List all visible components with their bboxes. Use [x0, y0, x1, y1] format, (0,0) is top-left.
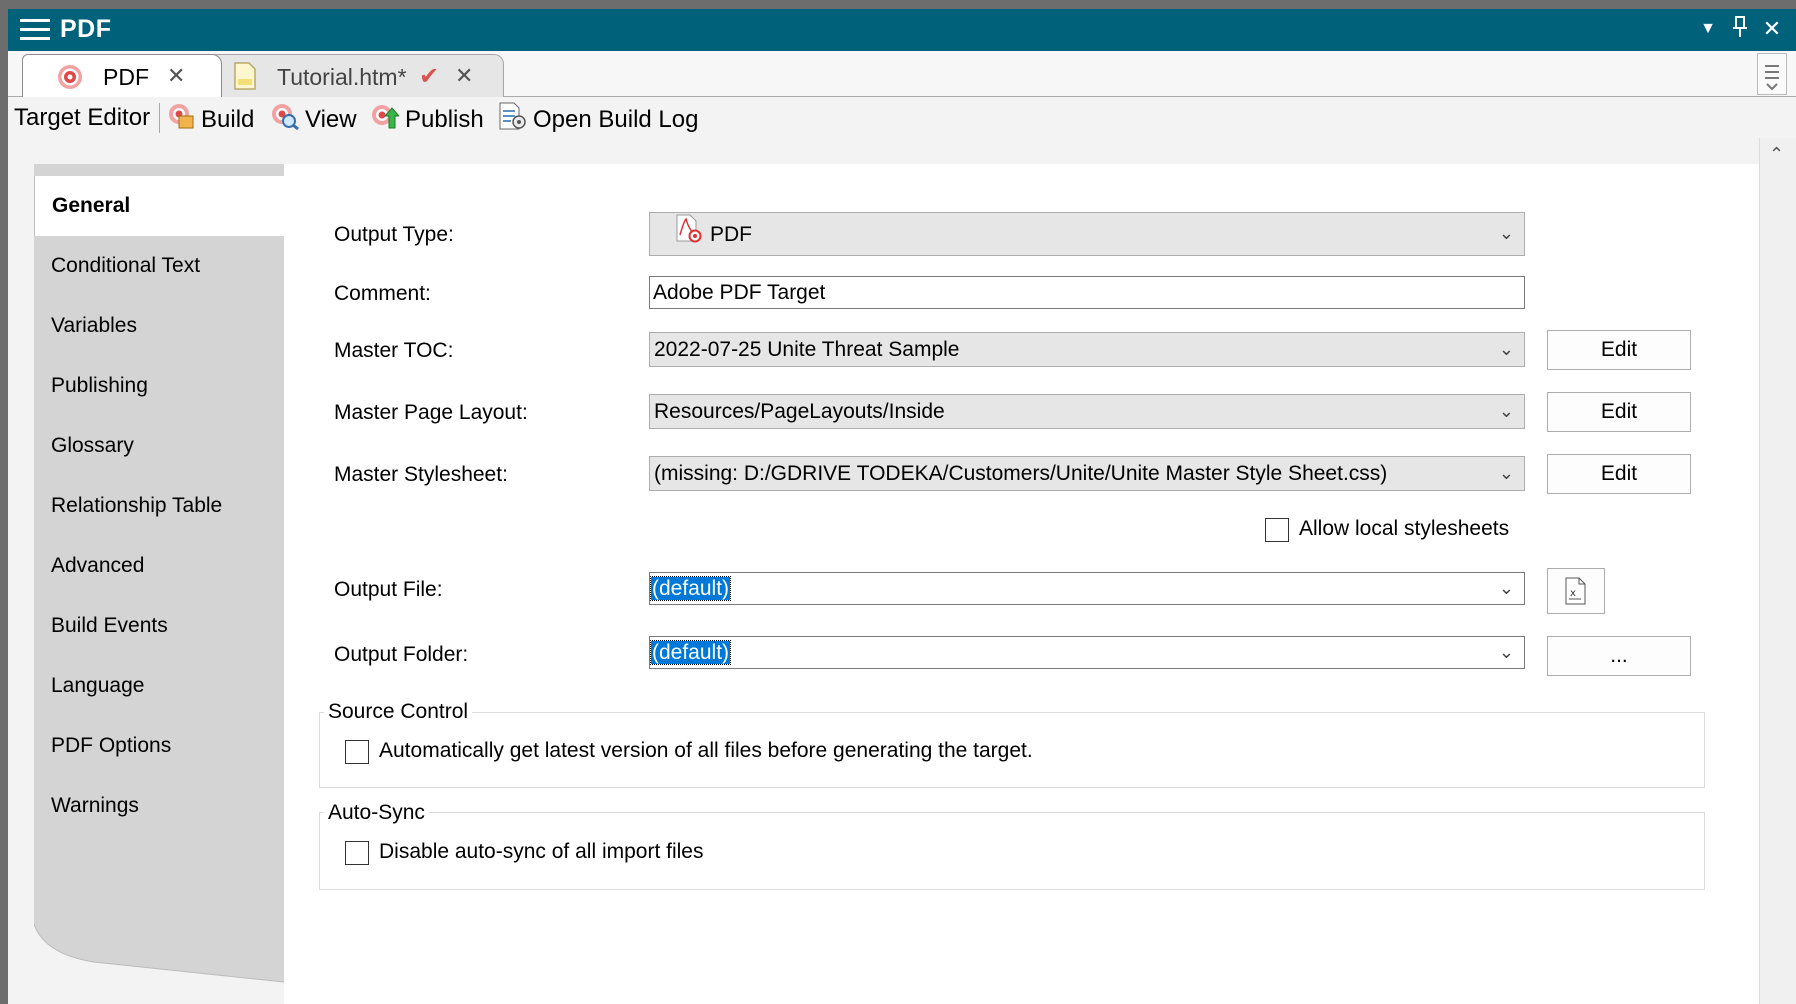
tab-tutorial[interactable]: Tutorial.htm* ✔ ✕	[204, 54, 504, 97]
output-file-browse-button[interactable]: x	[1547, 568, 1605, 614]
panel-curve	[34, 854, 284, 1004]
master-page-layout-value: Resources/PageLayouts/Inside	[654, 400, 945, 423]
master-stylesheet-edit-button[interactable]: Edit	[1547, 454, 1691, 494]
build-icon	[165, 102, 195, 139]
master-stylesheet-value: (missing: D:/GDRIVE TODEKA/Customers/Uni…	[654, 462, 1388, 485]
target-icon	[57, 64, 83, 95]
window-title: PDF	[60, 15, 112, 43]
nav-item-pdf-options[interactable]: PDF Options	[34, 716, 284, 776]
tab-pdf-close-icon[interactable]: ✕	[167, 63, 185, 89]
file-browse-icon: x	[1564, 577, 1588, 611]
master-toc-select[interactable]: 2022-07-25 Unite Threat Sample ⌄	[649, 332, 1525, 367]
comment-label: Comment:	[334, 282, 431, 305]
master-toc-value: 2022-07-25 Unite Threat Sample	[654, 338, 960, 361]
pdf-file-icon	[674, 213, 702, 258]
chevron-down-icon: ⌄	[1498, 223, 1514, 243]
output-file-label: Output File:	[334, 578, 443, 601]
nav-item-conditional-text[interactable]: Conditional Text	[34, 236, 284, 296]
nav-item-variables[interactable]: Variables	[34, 296, 284, 356]
menu-icon[interactable]	[20, 17, 50, 43]
allow-local-stylesheets-checkbox[interactable]	[1265, 518, 1289, 542]
output-folder-value: (default)	[649, 640, 732, 665]
master-page-layout-edit-button[interactable]: Edit	[1547, 392, 1691, 432]
tab-tutorial-close-icon[interactable]: ✕	[455, 63, 473, 89]
chevron-down-icon: ⌄	[1498, 578, 1514, 598]
master-stylesheet-label: Master Stylesheet:	[334, 463, 508, 486]
dropdown-icon[interactable]: ▼	[1694, 15, 1722, 43]
pin-icon[interactable]	[1726, 15, 1754, 43]
open-build-log-button[interactable]: Open Build Log	[497, 102, 698, 134]
comment-field[interactable]: Adobe PDF Target	[649, 276, 1525, 309]
publish-icon	[369, 102, 401, 139]
publish-button[interactable]: Publish	[369, 102, 484, 134]
tab-tutorial-label: Tutorial.htm*	[277, 64, 407, 90]
tab-pdf-label: PDF	[103, 64, 149, 90]
chevron-down-icon: ⌄	[1498, 339, 1514, 359]
master-toc-label: Master TOC:	[334, 339, 454, 362]
output-file-select[interactable]: (default) ⌄	[649, 572, 1525, 605]
view-button[interactable]: View	[269, 102, 357, 134]
master-toc-edit-button[interactable]: Edit	[1547, 330, 1691, 370]
output-folder-label: Output Folder:	[334, 643, 469, 666]
nav-item-warnings[interactable]: Warnings	[34, 776, 284, 836]
master-page-layout-label: Master Page Layout:	[334, 401, 528, 424]
close-window-icon[interactable]: ✕	[1758, 15, 1786, 43]
output-folder-browse-button[interactable]: ...	[1547, 636, 1691, 676]
disable-auto-sync-checkbox[interactable]	[345, 841, 369, 865]
document-tab-strip: PDF ✕ Tutorial.htm* ✔ ✕	[8, 51, 1796, 97]
view-icon	[269, 102, 299, 139]
chevron-down-icon: ⌄	[1498, 401, 1514, 421]
tab-pdf[interactable]: PDF ✕	[22, 54, 222, 97]
master-page-layout-select[interactable]: Resources/PageLayouts/Inside ⌄	[649, 394, 1525, 429]
allow-local-stylesheets-label: Allow local stylesheets	[1299, 517, 1510, 540]
build-button[interactable]: Build	[165, 102, 254, 134]
tab-list-icon[interactable]	[1757, 53, 1787, 95]
build-label: Build	[201, 105, 255, 133]
nav-item-glossary[interactable]: Glossary	[34, 416, 284, 476]
source-control-title: Source Control	[324, 700, 473, 724]
auto-sync-title: Auto-Sync	[324, 801, 429, 825]
document-icon	[233, 61, 257, 96]
scroll-up-icon[interactable]: ⌃	[1769, 144, 1784, 165]
chevron-down-icon: ⌄	[1498, 463, 1514, 483]
checkmark-icon: ✔	[419, 63, 440, 90]
disable-auto-sync-label: Disable auto-sync of all import files	[379, 840, 704, 863]
vertical-scrollbar[interactable]: ⌃	[1759, 138, 1796, 1004]
output-file-value: (default)	[649, 576, 732, 601]
target-editor-label: Target Editor	[14, 104, 151, 131]
output-type-value: PDF	[710, 223, 752, 247]
general-settings-form: Output Type: PDF ⌄ Comment: Adobe PDF Ta…	[284, 164, 1759, 1004]
nav-item-advanced[interactable]: Advanced	[34, 536, 284, 596]
output-type-label: Output Type:	[334, 223, 454, 246]
output-type-select[interactable]: PDF ⌄	[649, 212, 1525, 256]
auto-get-latest-label: Automatically get latest version of all …	[379, 739, 1033, 762]
title-bar: PDF ▼ ✕	[8, 9, 1796, 51]
toolbar: Target Editor Build View Publish Open Bu…	[8, 97, 1796, 139]
nav-item-relationship-table[interactable]: Relationship Table	[34, 476, 284, 536]
view-label: View	[305, 105, 357, 133]
auto-get-latest-checkbox[interactable]	[345, 740, 369, 764]
nav-item-publishing[interactable]: Publishing	[34, 356, 284, 416]
chevron-down-icon: ⌄	[1498, 642, 1514, 662]
build-log-icon	[497, 102, 527, 139]
svg-text:x: x	[1570, 588, 1576, 599]
toolbar-divider	[159, 103, 160, 133]
output-folder-select[interactable]: (default) ⌄	[649, 636, 1525, 669]
nav-item-language[interactable]: Language	[34, 656, 284, 716]
publish-label: Publish	[405, 105, 484, 133]
nav-item-build-events[interactable]: Build Events	[34, 596, 284, 656]
open-build-log-label: Open Build Log	[533, 105, 699, 133]
nav-item-general[interactable]: General	[34, 176, 284, 236]
master-stylesheet-select[interactable]: (missing: D:/GDRIVE TODEKA/Customers/Uni…	[649, 456, 1525, 491]
